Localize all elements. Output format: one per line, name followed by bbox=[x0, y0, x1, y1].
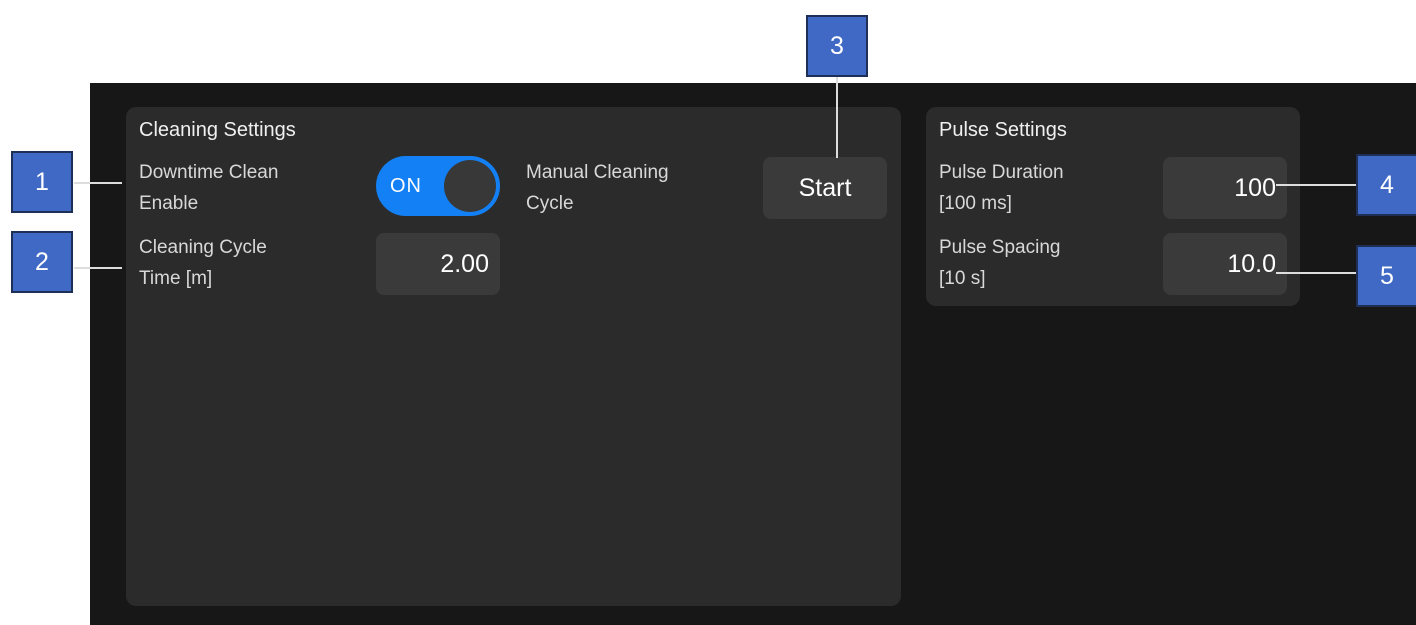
callout-4: 4 bbox=[1356, 154, 1416, 216]
callout-5: 5 bbox=[1356, 245, 1416, 307]
callout-1: 1 bbox=[11, 151, 73, 213]
callout-2: 2 bbox=[11, 231, 73, 293]
callout-leader-lines bbox=[74, 77, 1358, 274]
callout-3: 3 bbox=[806, 15, 868, 77]
